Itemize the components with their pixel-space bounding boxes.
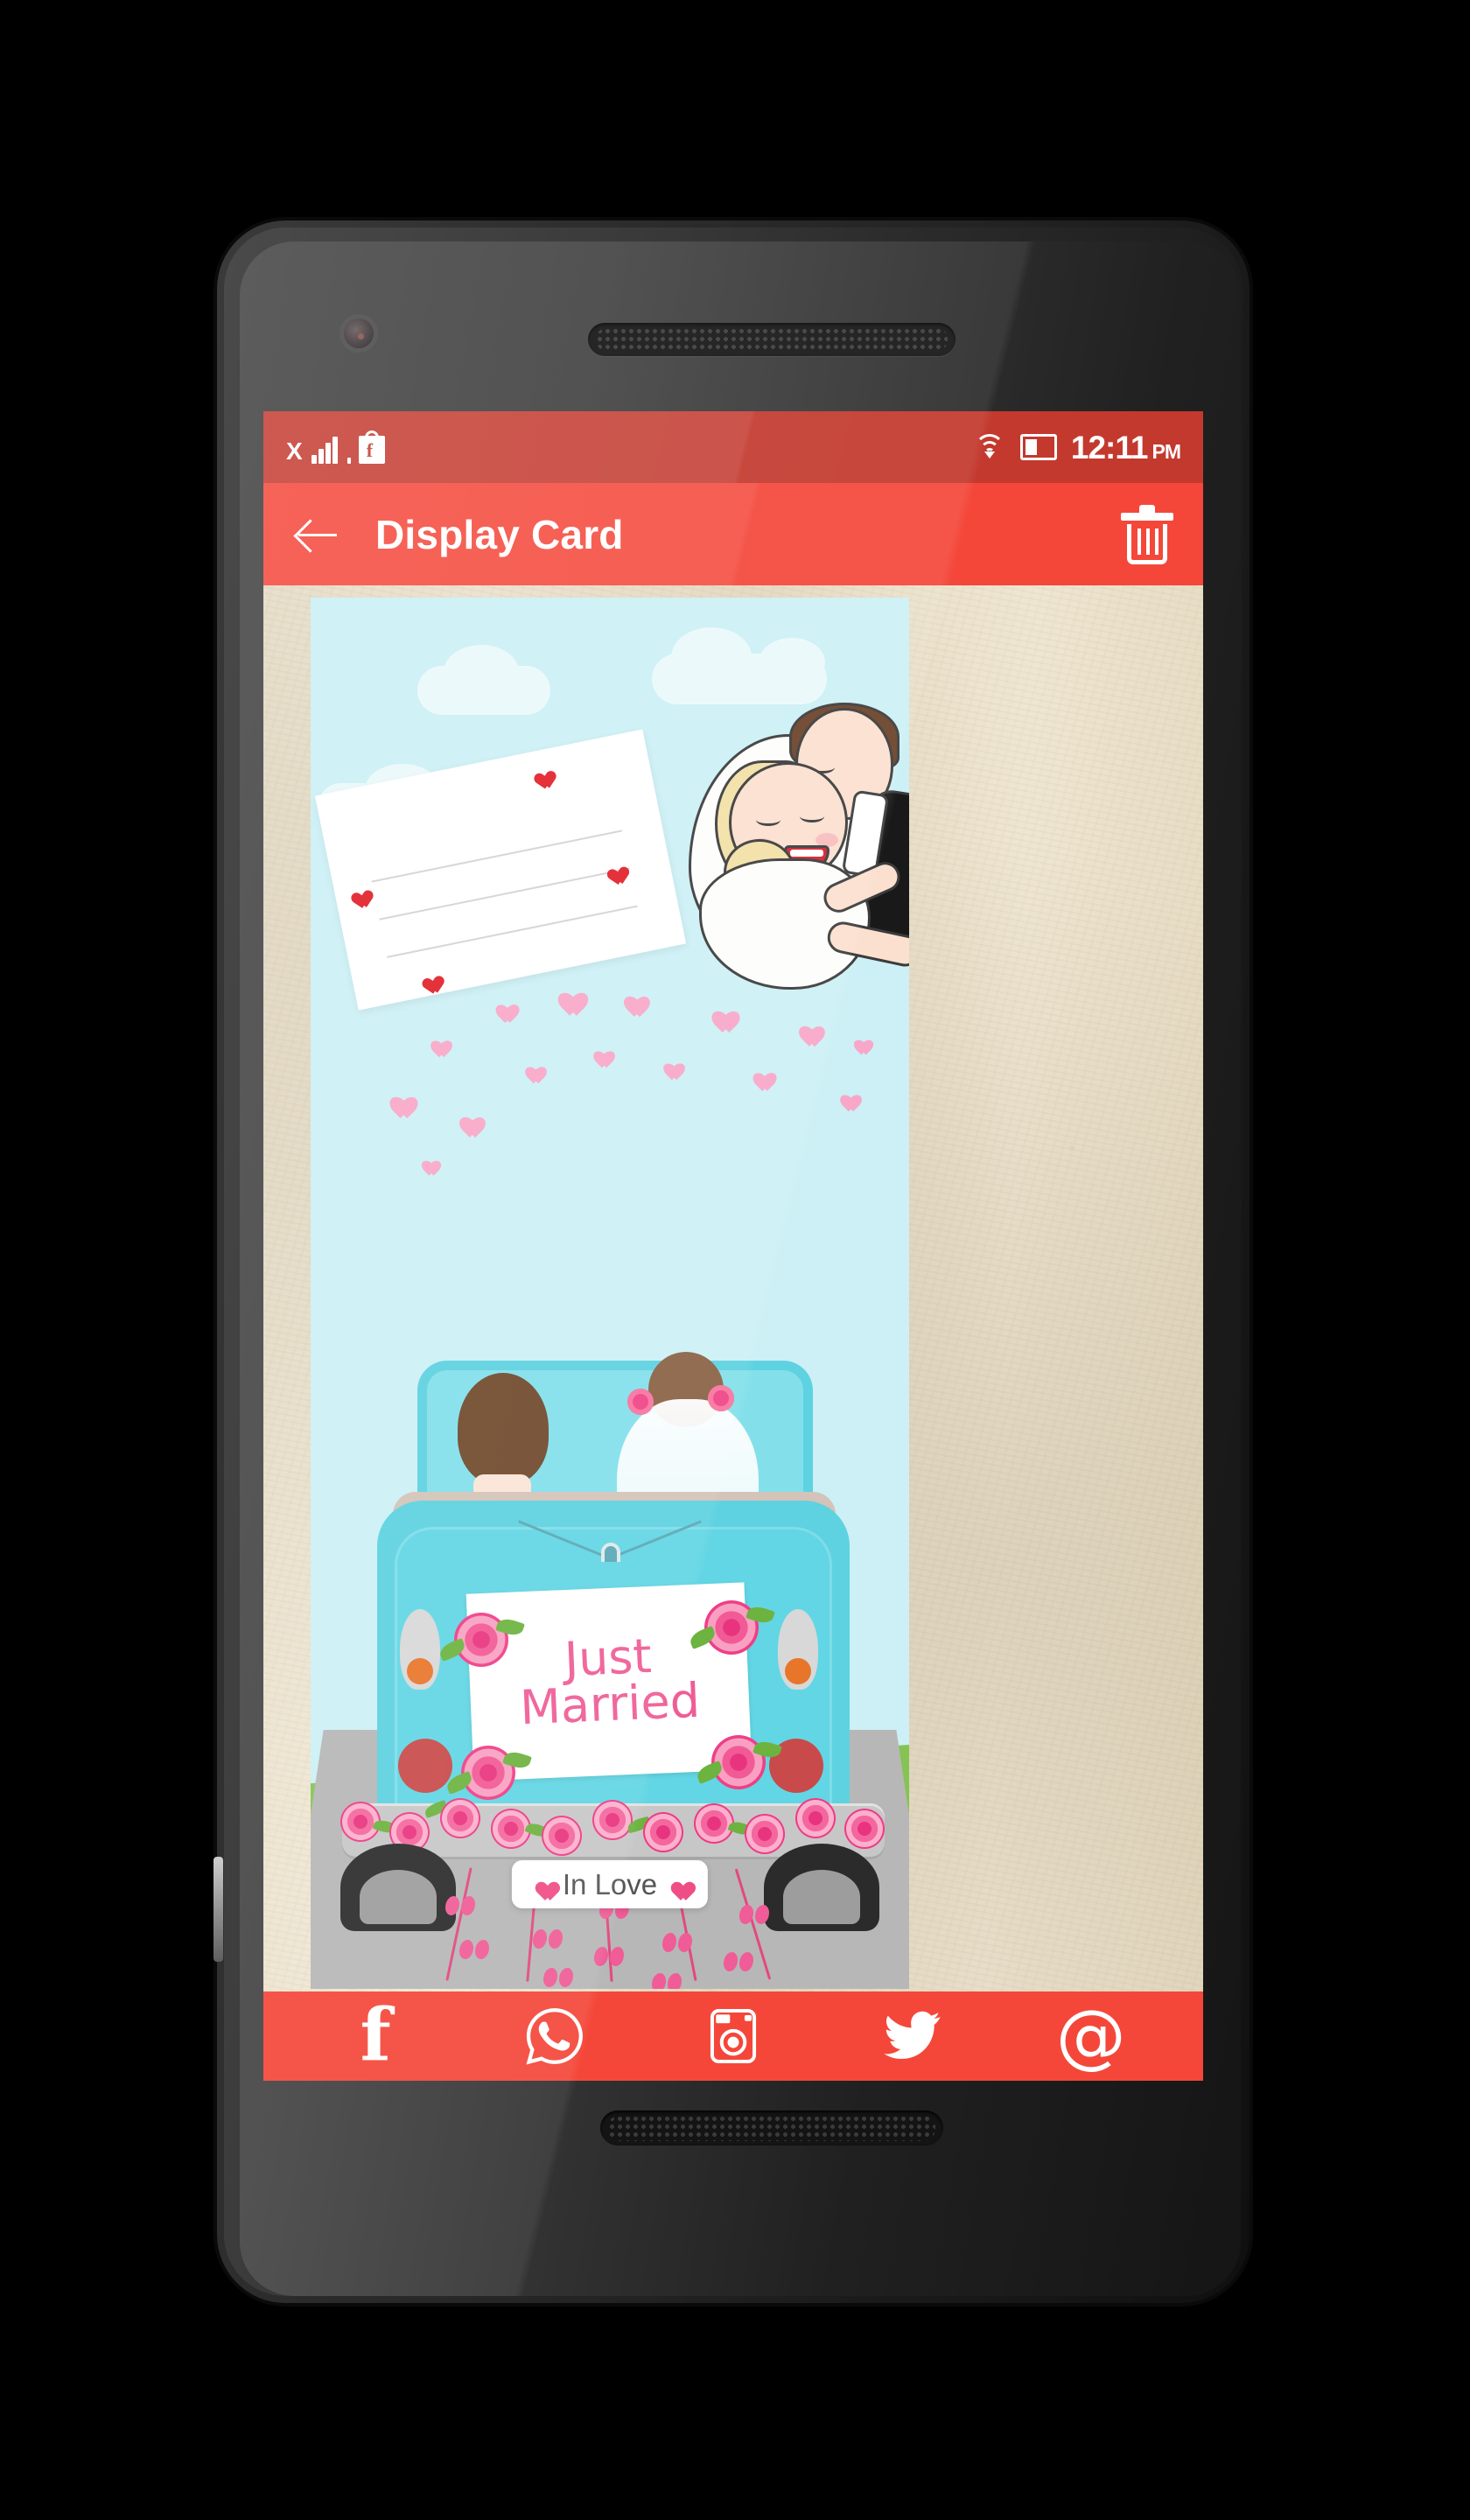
status-bar-left: X f [286,430,385,464]
pink-heart-icon [589,1044,608,1061]
whatsapp-icon [526,2008,583,2065]
cloud-icon [671,627,752,687]
heart-icon [602,860,625,881]
rose-icon [704,1600,759,1655]
trash-icon[interactable] [1121,504,1173,564]
facebook-icon: f [360,1993,391,2078]
left-side-button[interactable] [214,1857,223,1962]
signal-tail-icon [346,458,351,464]
heart-icon-right [667,1874,689,1894]
social-share-bar: f @ [263,1992,1203,2081]
front-camera-icon [344,318,374,348]
twitter-share-button[interactable] [864,1999,960,2073]
pink-heart-icon [850,1033,867,1049]
greeting-card-image[interactable]: Just Married In Love [311,598,909,1989]
round-lamp-left [398,1739,452,1793]
pink-heart-icon [619,988,641,1009]
pink-heart-icon [417,1154,435,1170]
app-bar: Display Card [263,483,1203,585]
pink-heart-icon [454,1109,477,1130]
pink-heart-icon [426,1033,445,1051]
back-arrow-icon[interactable] [293,509,344,560]
battery-icon [1019,434,1057,460]
sign-line-2: Married [519,1672,702,1736]
bow-icon [543,1968,573,1987]
status-bar: X f 12:11 PM [263,411,1203,483]
whatsapp-share-button[interactable] [507,1999,603,2073]
pink-heart-icon [706,1002,731,1025]
pink-heart-icon [659,1056,678,1074]
facebook-share-button[interactable]: f [327,1999,424,2073]
signal-bars-icon [311,437,338,464]
tail-light-left [400,1609,440,1690]
tail-light-right [778,1609,818,1690]
bow-icon [533,1929,563,1949]
page-title: Display Card [375,511,624,557]
pink-heart-icon [748,1065,769,1084]
flipkart-notification-icon: f [358,430,385,464]
pink-heart-icon [836,1088,855,1105]
bow-icon [459,1940,489,1959]
bow-icon [445,1896,475,1915]
bottom-speaker-icon [600,2110,943,2146]
rose-garland [339,1789,888,1856]
earpiece-speaker-icon [588,323,956,356]
card-canvas: Just Married In Love [263,585,1203,1992]
pink-heart-icon [552,983,578,1007]
bride-groom-illustration [689,703,909,1005]
instagram-share-button[interactable] [685,1999,781,2073]
pink-heart-icon [794,1018,816,1039]
at-sign-icon: @ [1055,1995,1126,2076]
clock-time: 12:11 [1070,429,1149,466]
heart-icon [346,884,369,905]
wifi-icon [973,434,1006,460]
heart-icon [529,765,552,786]
twitter-bird-icon [884,2011,941,2059]
rose-icon [711,1735,766,1789]
status-bar-clock: 12:11 PM [1070,429,1181,466]
pink-heart-icon [521,1060,540,1077]
bow-icon [739,1905,769,1924]
heart-icon-left [531,1874,553,1894]
in-love-badge[interactable]: In Love [511,1860,709,1908]
screenshot-root: X f 12:11 PM Display Card Just Married I… [0,0,1470,2520]
phone-screen: X f 12:11 PM Display Card Just Married I… [263,411,1203,2081]
bow-icon [724,1952,753,1971]
bow-icon [652,1973,682,1989]
cloud-icon [444,645,519,699]
no-sim-label: X [286,438,303,465]
heart-icon [417,970,440,990]
in-love-label: In Love [562,1868,658,1900]
clock-meridiem: PM [1152,439,1181,463]
wedding-car: Just Married [323,1320,897,1933]
instagram-icon [710,2009,757,2063]
cloud-icon [759,638,825,687]
pink-heart-icon [491,997,512,1016]
bow-icon [662,1933,692,1952]
bow-icon [594,1947,624,1966]
email-share-button[interactable]: @ [1043,1999,1139,2073]
pink-heart-icon [384,1088,409,1110]
rose-icon [454,1613,508,1667]
status-bar-right: 12:11 PM [973,429,1181,466]
